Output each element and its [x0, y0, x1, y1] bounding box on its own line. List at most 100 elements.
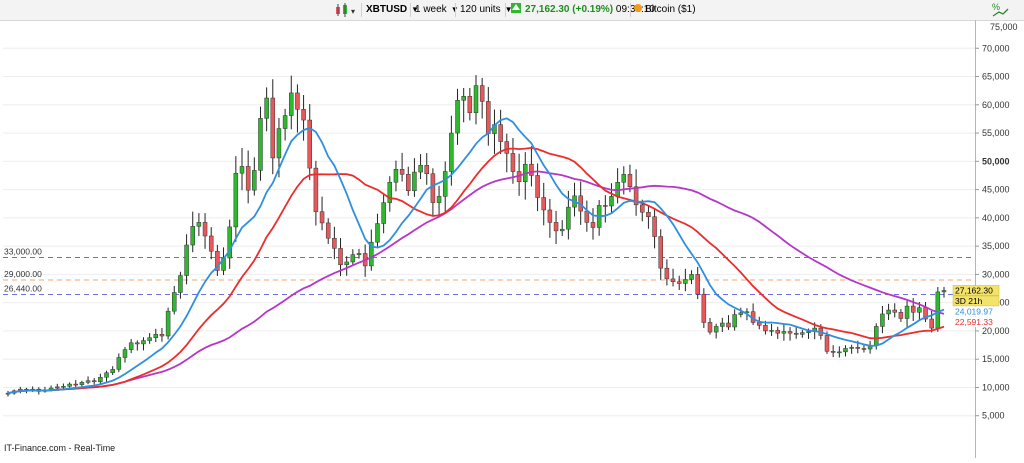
- candle-body: [233, 172, 239, 228]
- candle-body: [208, 235, 214, 252]
- y-tick-label: 5,000: [982, 411, 1005, 421]
- candle-body: [886, 309, 891, 315]
- level-label: 33,000.00: [4, 246, 42, 256]
- candle-body: [837, 351, 842, 354]
- symbol-selector[interactable]: XBTUSD ▼: [366, 2, 419, 18]
- candle-body: [301, 109, 306, 121]
- candle-body: [172, 292, 177, 312]
- y-tick-label: 60,000: [982, 100, 1010, 110]
- candle-body: [479, 85, 485, 102]
- candle-body: [553, 222, 559, 232]
- candle-body: [627, 174, 633, 188]
- svg-text:▾: ▾: [351, 7, 355, 16]
- up-arrow-icon: [511, 3, 521, 13]
- candle-body: [399, 168, 405, 175]
- level-label: 26,440.00: [4, 284, 42, 294]
- candle-body: [676, 281, 682, 284]
- candle-body: [473, 85, 479, 113]
- candle-body: [806, 331, 811, 333]
- y-tick-label: 55,000: [982, 128, 1010, 138]
- candle-body: [264, 97, 269, 119]
- candle-body: [295, 92, 300, 110]
- candle-body: [79, 382, 85, 385]
- data-source-label: IT-Finance.com - Real-Time: [4, 443, 115, 453]
- candle-body: [640, 204, 645, 213]
- ma-mid-line: [7, 146, 945, 394]
- candle-body: [85, 380, 91, 383]
- candle-body: [461, 96, 466, 101]
- candle-body: [147, 337, 152, 341]
- y-tick-label: 30,000: [982, 269, 1010, 279]
- candle-body: [289, 92, 294, 116]
- candle-body: [98, 377, 103, 383]
- candle-body: [276, 128, 282, 159]
- y-tick-label: 40,000: [982, 213, 1010, 223]
- candlestick-type-icon[interactable]: ▾: [334, 2, 360, 18]
- candle-body: [849, 347, 854, 349]
- candle-body: [559, 228, 565, 232]
- candle-body: [775, 330, 780, 334]
- last-value-labels: 27,162.303D 21h24,019.9722,591.33: [952, 285, 1000, 327]
- candle-body: [787, 331, 793, 334]
- candle-body: [830, 351, 836, 353]
- candle-body: [442, 171, 448, 197]
- candle-body: [412, 171, 417, 191]
- ma-slow-line: [7, 170, 945, 394]
- candle-body: [258, 118, 263, 171]
- candle-body: [590, 222, 596, 228]
- candle-body: [141, 340, 146, 345]
- candle-body: [658, 236, 663, 269]
- candle-body: [695, 274, 700, 295]
- last-value-text: 22,591.33: [955, 317, 993, 327]
- candle-body: [621, 174, 627, 183]
- candle-body: [843, 348, 848, 353]
- candle-body: [486, 101, 491, 134]
- top-axis-value: 75,000: [990, 22, 1018, 32]
- candle-body: [689, 274, 694, 280]
- candle-body: [67, 383, 72, 387]
- candle-body: [566, 206, 571, 230]
- candle-body: [603, 205, 608, 207]
- indicators-icon[interactable]: %: [988, 1, 1012, 17]
- candle-body: [430, 173, 436, 203]
- ma-fast-line: [7, 117, 945, 394]
- chart-toolbar: ▾ XBTUSD▼ 1 week▼ 120 units▼ 27,162.30 (…: [0, 0, 1024, 21]
- candle-body: [381, 202, 386, 224]
- candle-body: [701, 293, 707, 323]
- candle-body: [356, 253, 362, 255]
- candle-body: [793, 332, 799, 335]
- candle-body: [387, 182, 393, 203]
- last-price: 27,162.30: [525, 4, 570, 15]
- candle-body: [319, 211, 325, 224]
- instrument-info: Bitcoin ($1): [634, 2, 696, 18]
- candle-body: [670, 278, 676, 282]
- candle-body: [178, 275, 183, 293]
- interval-selector[interactable]: 1 week▼: [415, 2, 459, 18]
- candle-body: [122, 349, 128, 358]
- candle-body: [824, 335, 830, 352]
- candle-body: [61, 386, 66, 388]
- y-tick-label: 65,000: [982, 72, 1010, 82]
- candle-body: [609, 196, 614, 207]
- candle-body: [664, 267, 670, 280]
- candle-body: [874, 326, 879, 346]
- candle-body: [535, 175, 540, 198]
- candle-body: [713, 326, 719, 333]
- candle-body: [184, 244, 189, 276]
- candle-body: [424, 165, 429, 175]
- candle-body: [547, 209, 553, 223]
- candle-body: [510, 153, 516, 172]
- grid-lines: [3, 20, 976, 458]
- last-value-text: 27,162.30: [955, 285, 993, 295]
- candle-body: [344, 261, 349, 266]
- candle-body: [898, 312, 904, 319]
- candle-body: [646, 211, 651, 217]
- candle-body: [929, 318, 934, 329]
- candle-body: [683, 279, 688, 284]
- chart-area[interactable]: 33,000.00 29,000.00 26,440.00 5,000 10,000 1…: [0, 20, 1024, 458]
- price-chart[interactable]: 33,000.00 29,000.00 26,440.00 5,000 10,000 1…: [0, 20, 1024, 458]
- last-value-text: 3D 21h: [955, 296, 983, 306]
- candle-body: [763, 325, 768, 332]
- y-tick-label: 35,000: [982, 241, 1010, 251]
- candle-body: [707, 322, 713, 333]
